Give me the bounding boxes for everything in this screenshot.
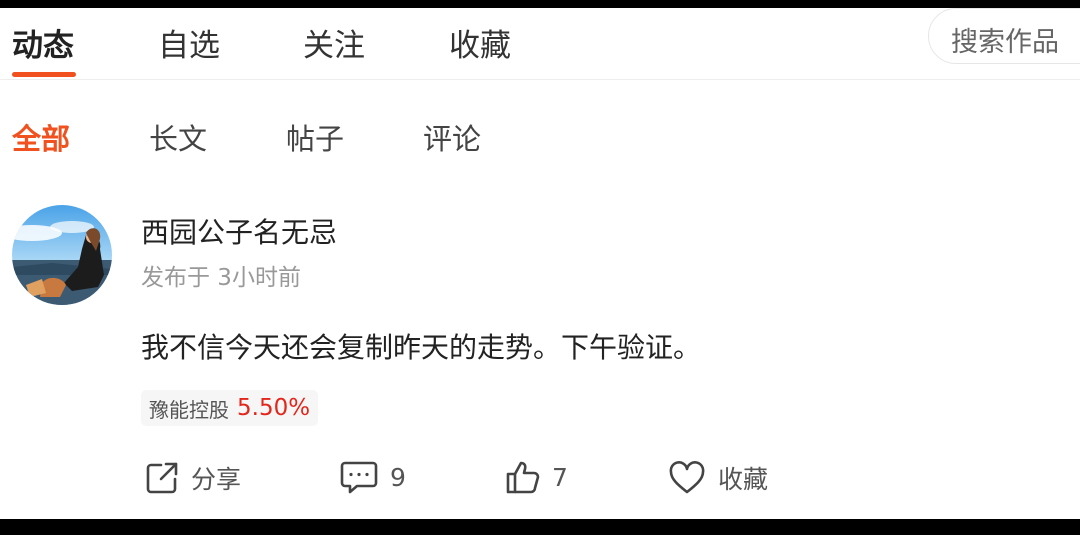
tab-dynamic[interactable]: 动态 bbox=[12, 20, 74, 65]
favorite-label: 收藏 bbox=[718, 465, 769, 494]
favorite-button[interactable]: 收藏 bbox=[668, 460, 768, 496]
tab-watchlist[interactable]: 自选 bbox=[158, 20, 220, 65]
app-screen: 动态 自选 关注 收藏 搜索作品 全部 长文 帖子 评论 西园公子名无忌 发布于… bbox=[0, 8, 1080, 519]
subtab-comments[interactable]: 评论 bbox=[423, 116, 481, 158]
subtab-posts[interactable]: 帖子 bbox=[286, 116, 344, 158]
search-placeholder: 搜索作品 bbox=[951, 27, 1059, 58]
share-label: 分享 bbox=[191, 465, 242, 494]
heart-icon bbox=[668, 461, 706, 495]
subtab-long-article[interactable]: 长文 bbox=[149, 116, 207, 158]
like-icon bbox=[506, 460, 540, 494]
comment-count: 9 bbox=[390, 462, 406, 492]
top-tab-bar: 动态 自选 关注 收藏 搜索作品 bbox=[0, 8, 1080, 80]
active-tab-indicator bbox=[12, 72, 76, 77]
comment-icon bbox=[340, 460, 378, 494]
search-input[interactable]: 搜索作品 bbox=[928, 8, 1080, 64]
share-icon bbox=[145, 461, 179, 495]
stock-tag[interactable]: 豫能控股 5.50% bbox=[141, 390, 319, 426]
avatar[interactable] bbox=[12, 205, 112, 305]
like-count: 7 bbox=[552, 462, 568, 492]
stock-change: 5.50% bbox=[237, 395, 311, 421]
post-time: 发布于 3小时前 bbox=[141, 265, 301, 291]
like-button[interactable]: 7 bbox=[506, 460, 568, 494]
tab-favorites[interactable]: 收藏 bbox=[449, 20, 511, 65]
subtab-all[interactable]: 全部 bbox=[12, 116, 70, 158]
comment-button[interactable]: 9 bbox=[340, 460, 406, 494]
tab-following[interactable]: 关注 bbox=[303, 20, 365, 65]
share-button[interactable]: 分享 bbox=[145, 460, 241, 496]
stock-name: 豫能控股 bbox=[149, 397, 229, 422]
author-name[interactable]: 西园公子名无忌 bbox=[141, 211, 337, 251]
post-content[interactable]: 我不信今天还会复制昨天的走势。下午验证。 bbox=[141, 326, 701, 366]
